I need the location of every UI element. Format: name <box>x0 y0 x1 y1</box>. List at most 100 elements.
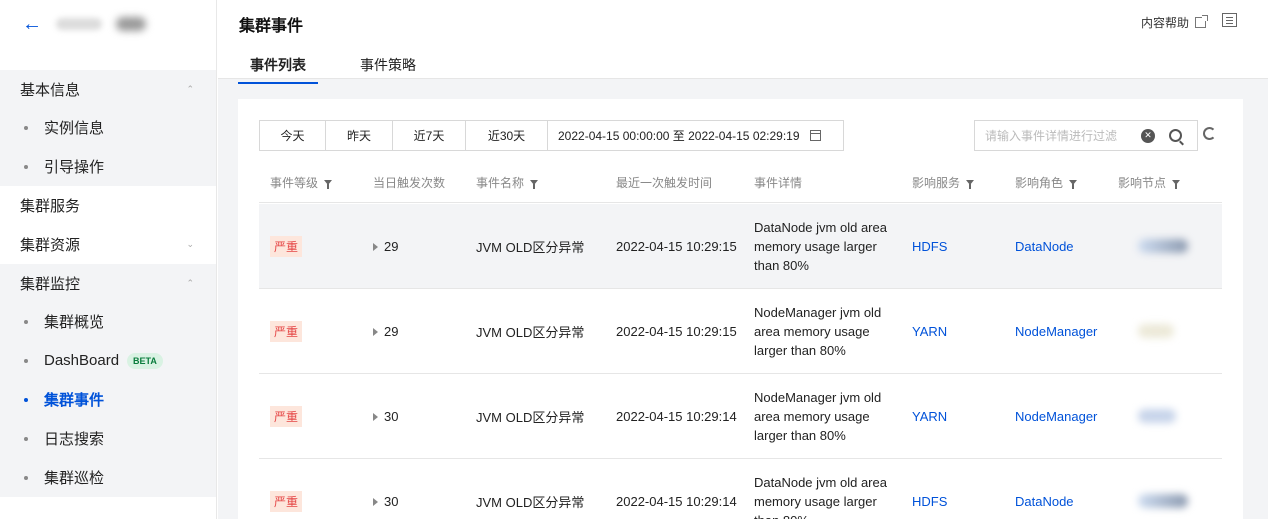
main-area: 集群事件 内容帮助 事件列表 事件策略 今天 昨天 近7天 近30天 2022-… <box>218 0 1268 519</box>
role-link[interactable]: NodeManager <box>1015 324 1118 339</box>
filter-30days-button[interactable]: 近30天 <box>466 121 548 150</box>
table-row[interactable]: 严重 29 JVM OLD区分异常 2022-04-15 10:29:15 No… <box>259 289 1222 374</box>
filter-icon[interactable] <box>530 179 539 189</box>
page-title: 集群事件 <box>239 18 304 35</box>
column-header-service[interactable]: 影响服务 <box>912 174 1015 191</box>
clear-icon[interactable]: ✕ <box>1141 128 1155 143</box>
sidebar-item-instance-info[interactable]: 实例信息 <box>0 108 216 147</box>
filter-icon[interactable] <box>1172 179 1181 189</box>
help-link[interactable]: 内容帮助 <box>1140 14 1208 31</box>
page-header: 集群事件 内容帮助 事件列表 事件策略 <box>218 0 1268 84</box>
sidebar-group-basic-info[interactable]: 基本信息 ⌃ <box>0 70 216 108</box>
trigger-count[interactable]: 29 <box>362 324 465 339</box>
column-header-node[interactable]: 影响节点 <box>1118 174 1222 191</box>
role-link[interactable]: NodeManager <box>1015 409 1118 424</box>
column-header-level[interactable]: 事件等级 <box>259 174 362 191</box>
sidebar-item-log-search[interactable]: 日志搜索 <box>0 419 216 458</box>
column-header-name[interactable]: 事件名称 <box>465 174 610 191</box>
date-filter-bar: 今天 昨天 近7天 近30天 2022-04-15 00:00:00 至 202… <box>259 120 844 151</box>
blurred-node <box>1138 239 1188 253</box>
role-link[interactable]: DataNode <box>1015 239 1118 254</box>
sidebar-item-dashboard[interactable]: DashBoard BETA <box>0 341 216 380</box>
event-detail: DataNode jvm old area memory usage large… <box>754 474 887 519</box>
sidebar-item-bootstrap[interactable]: 引导操作 <box>0 147 216 186</box>
severity-badge: 严重 <box>270 320 303 342</box>
table-row[interactable]: 严重 29 JVM OLD区分异常 2022-04-15 10:29:15 Da… <box>259 204 1222 289</box>
tab-event-policy[interactable]: 事件策略 <box>348 55 428 84</box>
sidebar-group-label: 基本信息 <box>20 81 81 99</box>
column-header-detail: 事件详情 <box>754 174 912 191</box>
filter-icon[interactable] <box>324 179 333 189</box>
bullet-icon <box>24 475 28 480</box>
trigger-count[interactable]: 30 <box>362 409 465 424</box>
caret-right-icon <box>373 327 378 336</box>
sidebar-item-label: 实例信息 <box>44 120 105 137</box>
role-link[interactable]: DataNode <box>1015 494 1118 509</box>
sidebar-group-cluster-resource[interactable]: 集群资源 ⌄ <box>0 225 216 264</box>
calendar-icon <box>809 130 821 141</box>
sidebar-item-label: DashBoard <box>44 352 120 369</box>
table-row[interactable]: 严重 30 JVM OLD区分异常 2022-04-15 10:29:14 Da… <box>259 459 1222 519</box>
tab-event-list[interactable]: 事件列表 <box>238 55 318 84</box>
sidebar-item-label: 集群事件 <box>44 392 105 409</box>
sidebar-group-cluster-monitor[interactable]: 集群监控 ⌃ <box>0 264 216 302</box>
trigger-count[interactable]: 29 <box>362 239 465 254</box>
table-header: 事件等级 当日触发次数 事件名称 最近一次触发时间 事件详情 影响服务 影响角色… <box>259 162 1222 203</box>
back-arrow-icon[interactable]: ← <box>22 14 42 34</box>
service-link[interactable]: HDFS <box>912 494 1015 509</box>
event-name: JVM OLD区分异常 <box>476 239 585 255</box>
blurred-node <box>1138 409 1176 423</box>
sidebar-group-cluster-service[interactable]: 集群服务 <box>0 186 216 225</box>
refresh-icon[interactable] <box>1203 127 1216 140</box>
external-link-icon <box>1195 15 1208 28</box>
count-value: 30 <box>384 408 399 424</box>
event-time: 2022-04-15 10:29:15 <box>616 238 737 254</box>
severity-badge: 严重 <box>270 490 303 512</box>
sidebar-header: ← <box>0 0 216 48</box>
search-icon[interactable] <box>1169 129 1182 142</box>
filter-icon[interactable] <box>966 179 975 189</box>
event-detail: NodeManager jvm old area memory usage la… <box>754 389 882 443</box>
service-link[interactable]: YARN <box>912 409 1015 424</box>
column-label: 当日触发次数 <box>373 175 446 190</box>
column-label: 影响角色 <box>1015 175 1064 190</box>
event-detail: NodeManager jvm old area memory usage la… <box>754 304 882 358</box>
sidebar-item-label: 日志搜索 <box>44 431 105 448</box>
blurred-node <box>1138 324 1174 338</box>
filter-icon[interactable] <box>1069 179 1078 189</box>
sidebar-group-label: 集群服务 <box>20 198 81 215</box>
filter-yesterday-button[interactable]: 昨天 <box>326 121 393 150</box>
column-header-role[interactable]: 影响角色 <box>1015 174 1118 191</box>
sidebar-group-monitor: 集群监控 ⌃ 集群概览 DashBoard BETA 集群事件 日志搜索 集群巡… <box>0 264 216 497</box>
filter-today-button[interactable]: 今天 <box>260 121 326 150</box>
service-link[interactable]: HDFS <box>912 239 1015 254</box>
date-range-picker[interactable]: 2022-04-15 00:00:00 至 2022-04-15 02:29:1… <box>548 121 843 150</box>
caret-right-icon <box>373 242 378 251</box>
sidebar-item-label: 集群巡检 <box>44 470 105 487</box>
sidebar-item-overview[interactable]: 集群概览 <box>0 302 216 341</box>
blurred-cluster-name <box>56 18 102 30</box>
count-value: 30 <box>384 493 399 509</box>
sidebar-group-label: 集群资源 <box>20 237 81 254</box>
bullet-icon <box>24 358 28 363</box>
sidebar-item-cluster-events[interactable]: 集群事件 <box>0 380 216 419</box>
help-label: 内容帮助 <box>1140 16 1189 30</box>
events-card: 今天 昨天 近7天 近30天 2022-04-15 00:00:00 至 202… <box>238 99 1243 519</box>
sidebar-item-inspection[interactable]: 集群巡检 <box>0 458 216 497</box>
column-label: 事件等级 <box>270 175 319 190</box>
count-value: 29 <box>384 238 399 254</box>
filter-7days-button[interactable]: 近7天 <box>393 121 466 150</box>
severity-badge: 严重 <box>270 235 303 257</box>
table-row[interactable]: 严重 30 JVM OLD区分异常 2022-04-15 10:29:14 No… <box>259 374 1222 459</box>
sidebar-item-label: 集群概览 <box>44 314 105 331</box>
service-link[interactable]: YARN <box>912 324 1015 339</box>
event-search-input[interactable] <box>985 128 1135 143</box>
event-time: 2022-04-15 10:29:15 <box>616 323 737 339</box>
column-label: 事件详情 <box>754 175 803 190</box>
caret-right-icon <box>373 412 378 421</box>
chevron-up-icon: ⌃ <box>186 277 194 288</box>
trigger-count[interactable]: 30 <box>362 494 465 509</box>
document-list-icon[interactable] <box>1222 13 1237 27</box>
column-label: 影响服务 <box>912 175 961 190</box>
